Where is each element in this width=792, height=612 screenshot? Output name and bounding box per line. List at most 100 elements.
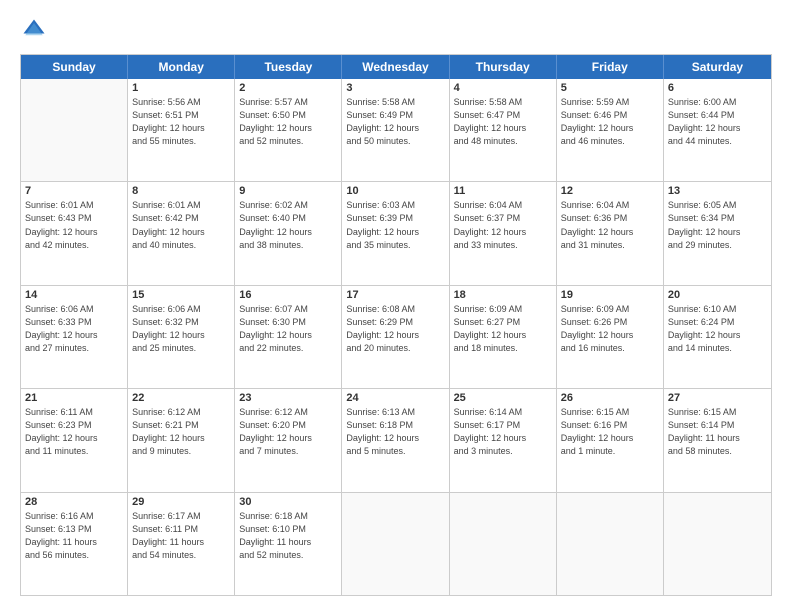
day-number: 18 — [454, 289, 552, 301]
calendar-cell: 14 Sunrise: 6:06 AM Sunset: 6:33 PM Dayli… — [21, 286, 128, 388]
day-number: 21 — [25, 392, 123, 404]
day-number: 28 — [25, 496, 123, 508]
day-number: 6 — [668, 82, 767, 94]
calendar-cell — [557, 493, 664, 595]
calendar-cell: 18 Sunrise: 6:09 AM Sunset: 6:27 PM Dayli… — [450, 286, 557, 388]
day-info: Sunrise: 6:10 AM Sunset: 6:24 PM Dayligh… — [668, 303, 767, 355]
calendar-cell: 27 Sunrise: 6:15 AM Sunset: 6:14 PM Dayli… — [664, 389, 771, 491]
day-info: Sunrise: 6:14 AM Sunset: 6:17 PM Dayligh… — [454, 406, 552, 458]
calendar-header-cell: Monday — [128, 55, 235, 79]
calendar-cell: 8 Sunrise: 6:01 AM Sunset: 6:42 PM Daylig… — [128, 182, 235, 284]
calendar-cell: 21 Sunrise: 6:11 AM Sunset: 6:23 PM Dayli… — [21, 389, 128, 491]
day-number: 24 — [346, 392, 444, 404]
calendar-row: 14 Sunrise: 6:06 AM Sunset: 6:33 PM Dayli… — [21, 286, 771, 389]
calendar-cell: 12 Sunrise: 6:04 AM Sunset: 6:36 PM Dayli… — [557, 182, 664, 284]
day-number: 9 — [239, 185, 337, 197]
calendar-header-cell: Wednesday — [342, 55, 449, 79]
day-info: Sunrise: 6:17 AM Sunset: 6:11 PM Dayligh… — [132, 510, 230, 562]
day-number: 22 — [132, 392, 230, 404]
calendar-body: 1Sunrise: 5:56 AM Sunset: 6:51 PM Daylig… — [21, 79, 771, 595]
calendar-cell: 23 Sunrise: 6:12 AM Sunset: 6:20 PM Dayli… — [235, 389, 342, 491]
calendar-header: SundayMondayTuesdayWednesdayThursdayFrid… — [21, 55, 771, 79]
calendar-cell: 2 Sunrise: 5:57 AM Sunset: 6:50 PM Daylig… — [235, 79, 342, 181]
calendar-cell: 6 Sunrise: 6:00 AM Sunset: 6:44 PM Daylig… — [664, 79, 771, 181]
day-number: 14 — [25, 289, 123, 301]
day-info: Sunrise: 6:06 AM Sunset: 6:33 PM Dayligh… — [25, 303, 123, 355]
day-info: Sunrise: 6:02 AM Sunset: 6:40 PM Dayligh… — [239, 199, 337, 251]
day-number: 7 — [25, 185, 123, 197]
day-info: Sunrise: 5:58 AM Sunset: 6:47 PM Dayligh… — [454, 96, 552, 148]
calendar-cell: 25 Sunrise: 6:14 AM Sunset: 6:17 PM Dayli… — [450, 389, 557, 491]
day-info: Sunrise: 6:03 AM Sunset: 6:39 PM Dayligh… — [346, 199, 444, 251]
calendar-cell: 1Sunrise: 5:56 AM Sunset: 6:51 PM Daylig… — [128, 79, 235, 181]
day-number: 27 — [668, 392, 767, 404]
calendar-header-cell: Friday — [557, 55, 664, 79]
day-info: Sunrise: 5:57 AM Sunset: 6:50 PM Dayligh… — [239, 96, 337, 148]
header — [20, 16, 772, 44]
day-number: 2 — [239, 82, 337, 94]
day-number: 4 — [454, 82, 552, 94]
calendar-cell — [21, 79, 128, 181]
day-number: 29 — [132, 496, 230, 508]
calendar-cell: 7 Sunrise: 6:01 AM Sunset: 6:43 PM Daylig… — [21, 182, 128, 284]
day-number: 15 — [132, 289, 230, 301]
calendar-cell: 13 Sunrise: 6:05 AM Sunset: 6:34 PM Dayli… — [664, 182, 771, 284]
day-number: 13 — [668, 185, 767, 197]
day-info: Sunrise: 6:04 AM Sunset: 6:37 PM Dayligh… — [454, 199, 552, 251]
day-number: 5 — [561, 82, 659, 94]
calendar-cell: 17Sunrise: 6:08 AM Sunset: 6:29 PM Dayli… — [342, 286, 449, 388]
calendar-row: 28 Sunrise: 6:16 AM Sunset: 6:13 PM Dayli… — [21, 493, 771, 595]
day-info: Sunrise: 6:09 AM Sunset: 6:27 PM Dayligh… — [454, 303, 552, 355]
calendar-cell: 22Sunrise: 6:12 AM Sunset: 6:21 PM Dayli… — [128, 389, 235, 491]
day-number: 26 — [561, 392, 659, 404]
calendar-cell: 10 Sunrise: 6:03 AM Sunset: 6:39 PM Dayli… — [342, 182, 449, 284]
day-info: Sunrise: 6:00 AM Sunset: 6:44 PM Dayligh… — [668, 96, 767, 148]
calendar-cell: 4 Sunrise: 5:58 AM Sunset: 6:47 PM Daylig… — [450, 79, 557, 181]
calendar-cell: 26 Sunrise: 6:15 AM Sunset: 6:16 PM Dayli… — [557, 389, 664, 491]
calendar-cell: 19Sunrise: 6:09 AM Sunset: 6:26 PM Dayli… — [557, 286, 664, 388]
day-info: Sunrise: 6:12 AM Sunset: 6:20 PM Dayligh… — [239, 406, 337, 458]
calendar-row: 1Sunrise: 5:56 AM Sunset: 6:51 PM Daylig… — [21, 79, 771, 182]
calendar-header-cell: Tuesday — [235, 55, 342, 79]
calendar-cell: 16 Sunrise: 6:07 AM Sunset: 6:30 PM Dayli… — [235, 286, 342, 388]
day-info: Sunrise: 6:16 AM Sunset: 6:13 PM Dayligh… — [25, 510, 123, 562]
calendar-row: 7 Sunrise: 6:01 AM Sunset: 6:43 PM Daylig… — [21, 182, 771, 285]
day-info: Sunrise: 6:04 AM Sunset: 6:36 PM Dayligh… — [561, 199, 659, 251]
day-info: Sunrise: 6:15 AM Sunset: 6:16 PM Dayligh… — [561, 406, 659, 458]
day-info: Sunrise: 6:09 AM Sunset: 6:26 PM Dayligh… — [561, 303, 659, 355]
day-info: Sunrise: 6:15 AM Sunset: 6:14 PM Dayligh… — [668, 406, 767, 458]
day-info: Sunrise: 6:01 AM Sunset: 6:43 PM Dayligh… — [25, 199, 123, 251]
day-number: 30 — [239, 496, 337, 508]
day-info: Sunrise: 6:01 AM Sunset: 6:42 PM Dayligh… — [132, 199, 230, 251]
day-info: Sunrise: 6:11 AM Sunset: 6:23 PM Dayligh… — [25, 406, 123, 458]
day-number: 1 — [132, 82, 230, 94]
calendar-cell: 24 Sunrise: 6:13 AM Sunset: 6:18 PM Dayli… — [342, 389, 449, 491]
day-info: Sunrise: 6:18 AM Sunset: 6:10 PM Dayligh… — [239, 510, 337, 562]
calendar-header-cell: Sunday — [21, 55, 128, 79]
page: SundayMondayTuesdayWednesdayThursdayFrid… — [0, 0, 792, 612]
calendar-cell — [664, 493, 771, 595]
logo — [20, 16, 52, 44]
day-number: 10 — [346, 185, 444, 197]
calendar-cell: 28 Sunrise: 6:16 AM Sunset: 6:13 PM Dayli… — [21, 493, 128, 595]
day-info: Sunrise: 6:05 AM Sunset: 6:34 PM Dayligh… — [668, 199, 767, 251]
day-number: 12 — [561, 185, 659, 197]
day-number: 17 — [346, 289, 444, 301]
day-number: 8 — [132, 185, 230, 197]
calendar-cell: 29 Sunrise: 6:17 AM Sunset: 6:11 PM Dayli… — [128, 493, 235, 595]
day-number: 23 — [239, 392, 337, 404]
day-number: 3 — [346, 82, 444, 94]
calendar-cell: 20 Sunrise: 6:10 AM Sunset: 6:24 PM Dayli… — [664, 286, 771, 388]
calendar-cell: 9 Sunrise: 6:02 AM Sunset: 6:40 PM Daylig… — [235, 182, 342, 284]
calendar-cell — [342, 493, 449, 595]
day-number: 20 — [668, 289, 767, 301]
calendar-cell: 15 Sunrise: 6:06 AM Sunset: 6:32 PM Dayli… — [128, 286, 235, 388]
calendar-cell — [450, 493, 557, 595]
calendar-cell: 3 Sunrise: 5:58 AM Sunset: 6:49 PM Daylig… — [342, 79, 449, 181]
day-number: 16 — [239, 289, 337, 301]
day-number: 25 — [454, 392, 552, 404]
day-info: Sunrise: 5:58 AM Sunset: 6:49 PM Dayligh… — [346, 96, 444, 148]
day-info: Sunrise: 6:06 AM Sunset: 6:32 PM Dayligh… — [132, 303, 230, 355]
day-info: Sunrise: 6:13 AM Sunset: 6:18 PM Dayligh… — [346, 406, 444, 458]
day-info: Sunrise: 6:07 AM Sunset: 6:30 PM Dayligh… — [239, 303, 337, 355]
